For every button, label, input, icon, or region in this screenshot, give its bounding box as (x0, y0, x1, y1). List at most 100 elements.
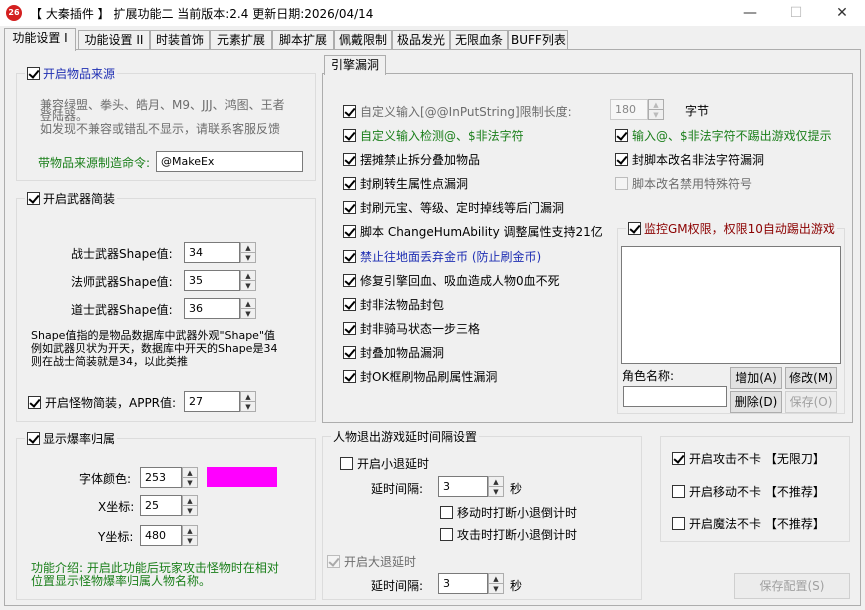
warrior-shape-input[interactable]: 34 (184, 242, 240, 263)
engine-option-checkbox[interactable] (343, 225, 356, 238)
small-interval-spinner[interactable]: ▲ ▼ (488, 476, 504, 497)
y-coord-spinner[interactable]: ▲ ▼ (182, 525, 198, 546)
engine-option-label: 封刷元宝、等级、定时掉线等后门漏洞 (360, 201, 565, 215)
attack-no-lag-row[interactable]: 开启攻击不卡 【无限刀】 (672, 450, 825, 467)
mage-shape-spinner[interactable]: ▲ ▼ (240, 270, 256, 291)
engine-option-checkbox[interactable] (343, 129, 356, 142)
item-source-title[interactable]: 开启物品来源 (25, 65, 118, 82)
engine-option-label: 封非法物品封包 (360, 298, 445, 312)
magic-no-lag-row[interactable]: 开启魔法不卡 【不推荐】 (672, 515, 825, 532)
engine-option-checkbox[interactable] (343, 298, 356, 311)
make-command-input[interactable]: @MakeEx (156, 151, 303, 172)
tab-buff-list[interactable]: BUFF列表 (508, 30, 568, 50)
big-interval-input[interactable]: 3 (438, 573, 488, 594)
engine-right-option-checkbox[interactable] (615, 177, 628, 190)
small-interval-input[interactable]: 3 (438, 476, 488, 497)
tab-glow-items[interactable]: 极品发光 (392, 30, 450, 50)
small-exit-delay-checkbox[interactable] (340, 457, 353, 470)
move-break-checkbox[interactable] (440, 506, 453, 519)
engine-right-option-checkbox[interactable] (615, 153, 628, 166)
weapon-simple-title[interactable]: 开启武器简装 (25, 190, 118, 207)
engine-option-checkbox[interactable] (343, 370, 356, 383)
tab-engine-vulnerabilities[interactable]: 引擎漏洞 (324, 55, 387, 75)
engine-option-checkbox[interactable] (343, 346, 356, 359)
monster-simple-row[interactable]: 开启怪物简装，APPR值: (28, 394, 176, 411)
engine-option-checkbox[interactable] (343, 274, 356, 287)
small-exit-delay-row[interactable]: 开启小退延时 (340, 455, 429, 472)
attack-break-checkbox[interactable] (440, 528, 453, 541)
engine-right-option-row[interactable]: 输入@、$非法字符不踢出游戏仅提示 (615, 127, 832, 144)
taoist-shape-spinner[interactable]: ▲ ▼ (240, 298, 256, 319)
engine-right-option-checkbox[interactable] (615, 129, 628, 142)
engine-option-row[interactable]: 脚本 ChangeHumAbility 调整属性支持21亿 (343, 223, 603, 240)
move-break-row[interactable]: 移动时打断小退倒计时 (440, 504, 577, 521)
tab-script-extension[interactable]: 脚本扩展 (272, 30, 334, 50)
input-length-limit[interactable]: 180 (610, 99, 648, 120)
attack-no-lag-checkbox[interactable] (672, 452, 685, 465)
tab-fashion-jewelry[interactable]: 时装首饰 (150, 30, 210, 50)
add-role-button[interactable]: 增加(A) (730, 367, 782, 389)
tab-element-extension[interactable]: 元素扩展 (210, 30, 272, 50)
engine-option-row[interactable]: 自定义输入检测@、$非法字符 (343, 127, 524, 144)
role-name-input[interactable] (623, 386, 727, 407)
x-coord-input[interactable]: 25 (140, 495, 182, 516)
modify-role-button[interactable]: 修改(M) (785, 367, 837, 389)
tab-wear-restriction[interactable]: 佩戴限制 (334, 30, 392, 50)
warrior-shape-spinner[interactable]: ▲ ▼ (240, 242, 256, 263)
monster-appr-input[interactable]: 27 (184, 391, 240, 412)
engine-option-row[interactable]: 自定义输入[@@InPutString]限制长度: (343, 103, 572, 120)
engine-option-row[interactable]: 封刷转生属性点漏洞 (343, 175, 468, 192)
delete-role-button[interactable]: 删除(D) (730, 391, 782, 413)
engine-right-option-label: 封脚本改名非法字符漏洞 (632, 153, 765, 167)
move-no-lag-row[interactable]: 开启移动不卡 【不推荐】 (672, 483, 825, 500)
engine-option-checkbox[interactable] (343, 201, 356, 214)
engine-option-row[interactable]: 封非骑马状态一步三格 (343, 320, 480, 337)
monster-appr-spinner[interactable]: ▲ ▼ (240, 391, 256, 412)
taoist-shape-label: 道士武器Shape值: (71, 303, 173, 317)
x-coord-spinner[interactable]: ▲ ▼ (182, 495, 198, 516)
taoist-shape-input[interactable]: 36 (184, 298, 240, 319)
engine-option-row[interactable]: 摆摊禁止拆分叠加物品 (343, 151, 480, 168)
engine-option-label: 封叠加物品漏洞 (360, 346, 445, 360)
tab-function-settings-2[interactable]: 功能设置 II (78, 30, 150, 50)
weapon-simple-checkbox[interactable] (27, 192, 40, 205)
x-coord-label: X坐标: (98, 500, 135, 514)
mage-shape-input[interactable]: 35 (184, 270, 240, 291)
engine-option-row[interactable]: 封OK框刷物品刷属性漏洞 (343, 368, 497, 385)
engine-option-row[interactable]: 禁止往地面丢弃金币 (防止刷金币) (343, 248, 541, 265)
drop-rate-title[interactable]: 显示爆率归属 (25, 430, 118, 447)
engine-option-row[interactable]: 封刷元宝、等级、定时掉线等后门漏洞 (343, 199, 564, 216)
engine-option-row[interactable]: 封叠加物品漏洞 (343, 344, 444, 361)
gm-monitor-checkbox[interactable] (628, 222, 641, 235)
tab-unlimited-hp-bar[interactable]: 无限血条 (450, 30, 508, 50)
close-button[interactable]: ✕ (819, 0, 865, 26)
drop-rate-checkbox[interactable] (27, 432, 40, 445)
role-name-label: 角色名称: (622, 369, 675, 383)
gm-role-list[interactable] (621, 246, 841, 364)
engine-option-checkbox[interactable] (343, 105, 356, 118)
engine-option-checkbox[interactable] (343, 250, 356, 263)
tab-function-settings-1[interactable]: 功能设置 I (4, 28, 76, 51)
magic-no-lag-checkbox[interactable] (672, 517, 685, 530)
engine-right-option-row[interactable]: 脚本改名禁用特殊符号 (615, 175, 752, 192)
input-length-spinner[interactable]: ▲ ▼ (648, 99, 664, 120)
engine-right-option-row[interactable]: 封脚本改名非法字符漏洞 (615, 151, 764, 168)
big-exit-delay-checkbox[interactable] (327, 555, 340, 568)
engine-option-row[interactable]: 封非法物品封包 (343, 296, 444, 313)
minimize-button[interactable]: — (727, 0, 773, 26)
attack-break-row[interactable]: 攻击时打断小退倒计时 (440, 526, 577, 543)
font-color-input[interactable]: 253 (140, 467, 182, 488)
engine-option-checkbox[interactable] (343, 322, 356, 335)
big-exit-delay-row[interactable]: 开启大退延时 (327, 553, 416, 570)
gm-monitor-title[interactable]: 监控GM权限，权限10自动踢出游戏 (626, 220, 837, 237)
engine-option-checkbox[interactable] (343, 177, 356, 190)
font-color-spinner[interactable]: ▲ ▼ (182, 467, 198, 488)
move-no-lag-checkbox[interactable] (672, 485, 685, 498)
monster-simple-checkbox[interactable] (28, 396, 41, 409)
engine-option-row[interactable]: 修复引擎回血、吸血造成人物0血不死 (343, 272, 560, 289)
exit-delay-title: 人物退出游戏延时间隔设置 (331, 428, 480, 445)
y-coord-input[interactable]: 480 (140, 525, 182, 546)
engine-option-checkbox[interactable] (343, 153, 356, 166)
big-interval-spinner[interactable]: ▲ ▼ (488, 573, 504, 594)
item-source-checkbox[interactable] (27, 67, 40, 80)
